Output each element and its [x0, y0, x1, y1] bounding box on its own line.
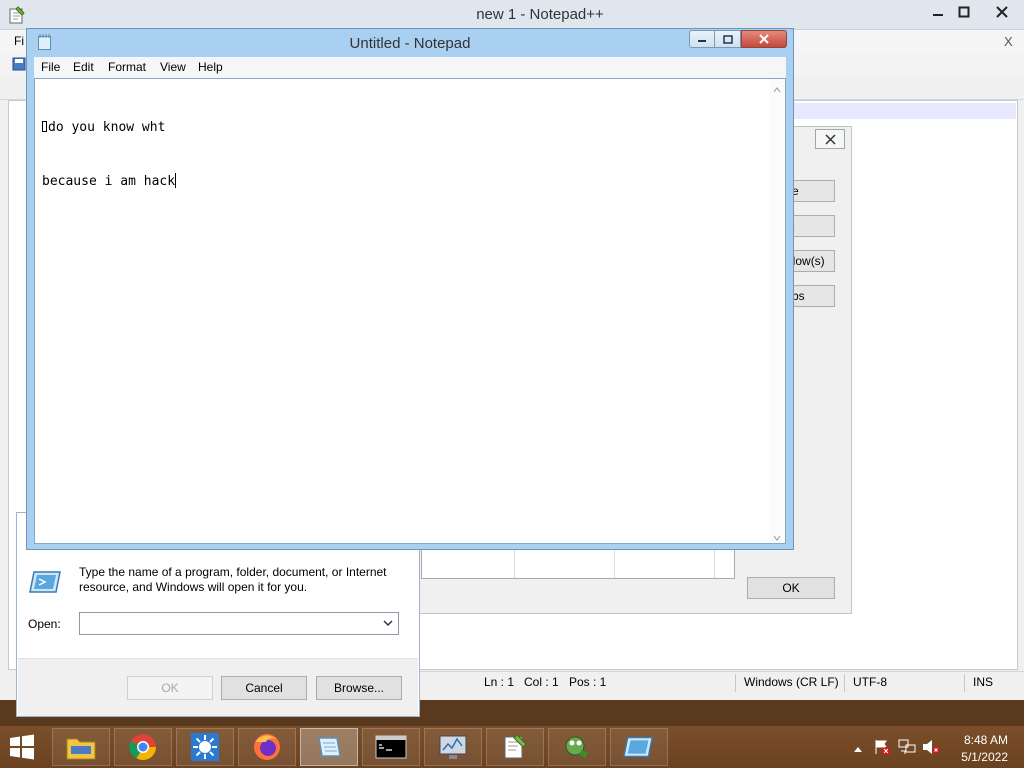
ok-button[interactable]: OK [127, 676, 213, 700]
text-line-2-content: because i am hack [42, 174, 176, 189]
status-line: Ln : 1 [484, 675, 515, 689]
close-button[interactable] [741, 30, 787, 48]
status-divider [844, 674, 845, 692]
taskbar: 8:48 AM 5/1/2022 [0, 726, 1024, 768]
notepad-icon [318, 737, 341, 757]
browse-button[interactable]: Browse... [316, 676, 402, 700]
list-column-divider [714, 548, 715, 578]
show-hidden-icons-icon[interactable] [853, 742, 863, 756]
clock-date[interactable]: 5/1/2022 [948, 750, 1008, 764]
run-footer: OK Cancel Browse... [18, 658, 418, 716]
notepad-content: do you know wht because i am hack [42, 83, 762, 227]
taskbar-chrome[interactable] [114, 728, 172, 766]
notepad-window: Untitled - Notepad File Edit Format View… [26, 28, 794, 550]
menu-help[interactable]: Help [198, 60, 223, 74]
text-line-2: because i am hack [42, 173, 762, 191]
windows-logo-icon [10, 734, 34, 760]
minimize-icon [698, 40, 706, 42]
close-icon [759, 34, 769, 44]
status-divider [964, 674, 965, 692]
volume-muted-icon[interactable] [922, 739, 940, 758]
notepadpp-menu-file[interactable]: Fi [14, 34, 24, 48]
maximize-button[interactable] [947, 0, 981, 24]
taskbar-file-explorer[interactable] [52, 728, 110, 766]
chevron-down-icon[interactable] [382, 617, 394, 629]
text-line-1-content: do you know wht [48, 120, 166, 135]
status-column: Col : 1 [524, 675, 559, 689]
taskbar-firefox[interactable] [238, 728, 296, 766]
notepad-titlebar[interactable]: Untitled - Notepad [27, 29, 793, 57]
menu-file[interactable]: File [41, 60, 60, 74]
open-label: Open: [28, 617, 61, 631]
vertical-scrollbar[interactable] [769, 79, 785, 543]
performance-monitor-icon [439, 735, 467, 759]
status-position: Pos : 1 [569, 675, 607, 689]
dialog-close-button[interactable] [815, 129, 845, 149]
close-icon [995, 6, 1008, 18]
minimize-button[interactable] [689, 30, 715, 48]
dialog-list[interactable] [421, 547, 735, 579]
run-icon [29, 569, 63, 595]
list-column-divider [614, 548, 615, 578]
network-icon[interactable] [898, 739, 916, 758]
text-line-1: do you know wht [42, 119, 762, 137]
run-description: Type the name of a program, folder, docu… [79, 565, 387, 594]
notepadpp-statusbar: Ln : 1 Col : 1 Pos : 1 Windows (CR LF) U… [420, 671, 1024, 693]
taskbar-notepad[interactable] [300, 728, 358, 766]
notepad-title: Untitled - Notepad [349, 35, 471, 52]
current-line-highlight [790, 103, 1016, 119]
minimize-icon [933, 14, 943, 16]
run-dialog-icon [623, 736, 654, 758]
system-tray: 8:48 AM 5/1/2022 [848, 726, 1024, 768]
file-explorer-icon [66, 738, 96, 760]
notepad-text-area[interactable]: do you know wht because i am hack [34, 78, 786, 544]
menu-format[interactable]: Format [108, 60, 146, 74]
status-eol: Windows (CR LF) [744, 675, 839, 689]
chrome-icon [129, 734, 157, 761]
status-divider [735, 674, 736, 692]
unrecognized-character [42, 121, 47, 132]
taskbar-performance-monitor[interactable] [424, 728, 482, 766]
taskbar-weather[interactable] [176, 728, 234, 766]
cmd-icon [375, 735, 407, 759]
taskbar-gvim[interactable] [548, 728, 606, 766]
start-button[interactable] [8, 734, 36, 760]
open-combobox[interactable] [79, 612, 399, 635]
firefox-icon [254, 734, 280, 760]
action-center-flag-icon[interactable] [874, 739, 890, 758]
weather-icon [191, 733, 219, 761]
menu-view[interactable]: View [160, 60, 186, 74]
maximize-button[interactable] [715, 30, 741, 48]
taskbar-notepadpp[interactable] [486, 728, 544, 766]
notepadpp-title: new 1 - Notepad++ [476, 6, 604, 23]
close-button[interactable] [979, 0, 1024, 24]
status-encoding: UTF-8 [853, 675, 887, 689]
document-close-button[interactable]: X [1004, 34, 1013, 49]
text-caret [175, 173, 177, 188]
dialog-ok-button[interactable]: OK [747, 577, 835, 599]
clock-time[interactable]: 8:48 AM [948, 733, 1008, 747]
taskbar-run[interactable] [610, 728, 668, 766]
notepad-menubar: File Edit Format View Help [34, 57, 786, 78]
close-icon [824, 133, 836, 145]
notepadpp-titlebar[interactable]: new 1 - Notepad++ [0, 0, 1024, 30]
gvim-icon [565, 736, 588, 758]
save-icon[interactable] [12, 57, 26, 74]
list-column-divider [514, 548, 515, 578]
maximize-icon [722, 34, 733, 44]
menu-edit[interactable]: Edit [73, 60, 94, 74]
status-insert-mode: INS [973, 675, 994, 689]
cancel-button[interactable]: Cancel [221, 676, 307, 700]
scroll-down-icon[interactable] [773, 531, 781, 541]
notepadpp-icon [504, 734, 527, 759]
scroll-up-icon[interactable] [773, 83, 781, 93]
taskbar-command-prompt[interactable] [362, 728, 420, 766]
maximize-icon [958, 6, 970, 18]
